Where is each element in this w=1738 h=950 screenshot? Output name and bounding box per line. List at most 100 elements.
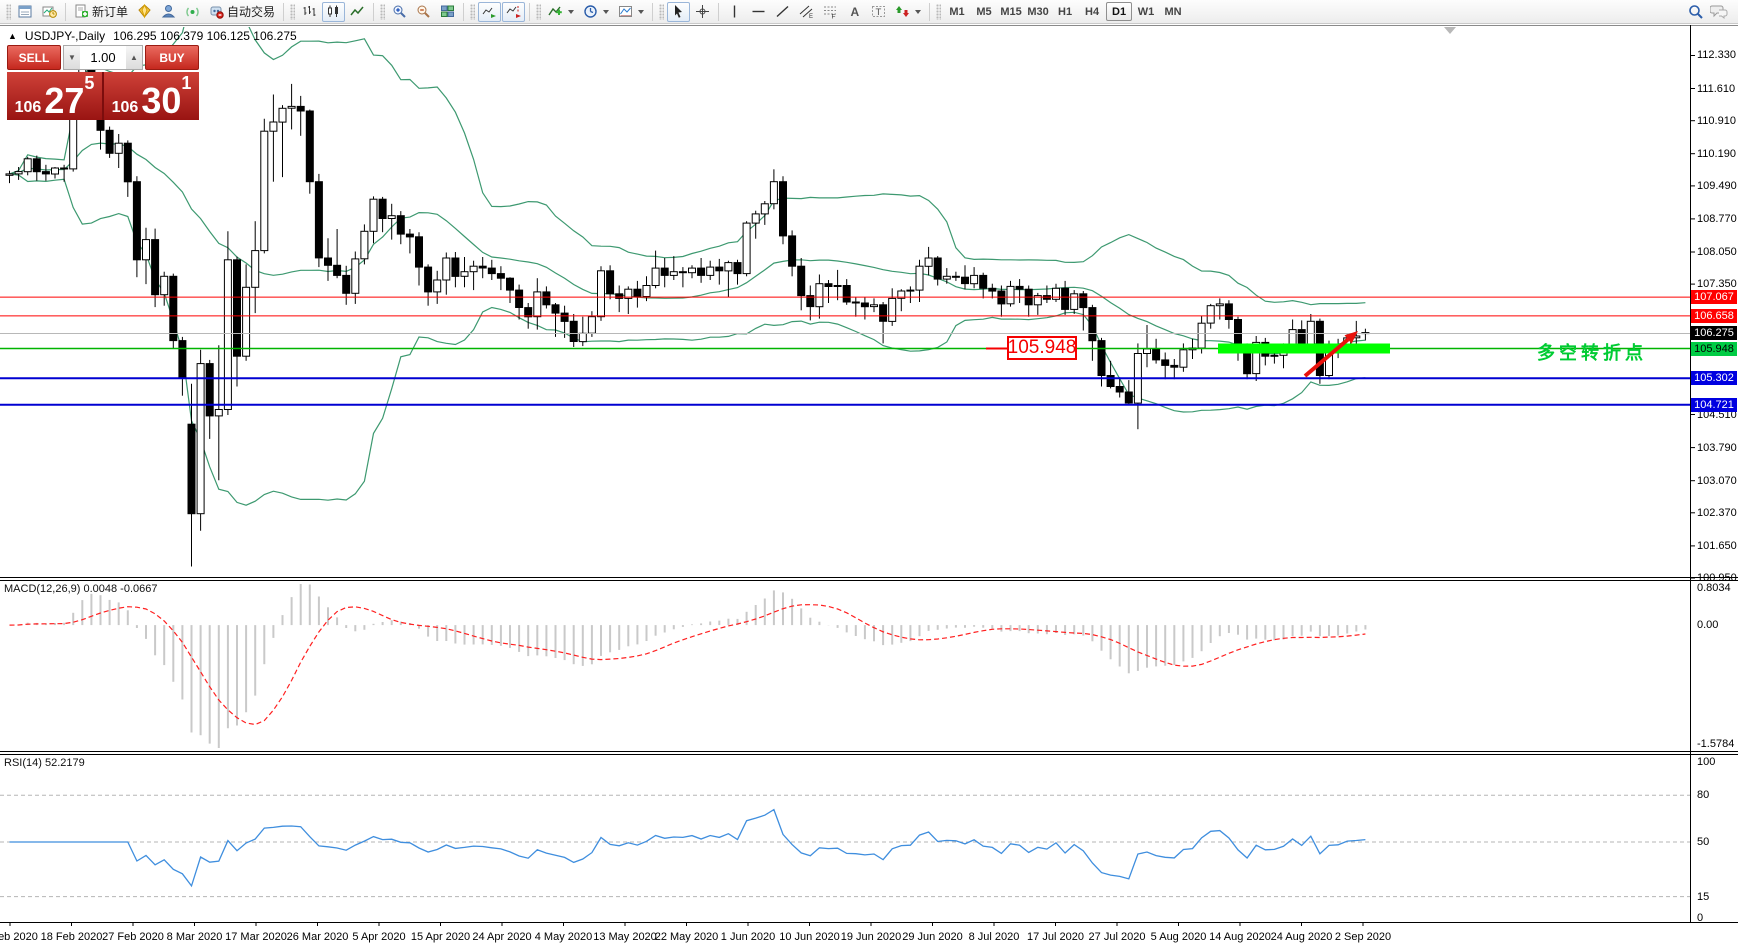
timeframe-m15[interactable]: M15: [998, 2, 1024, 21]
search-icon[interactable]: [1688, 4, 1704, 20]
trendline-tool-button[interactable]: [771, 2, 794, 22]
price-note-box[interactable]: 105.948: [1007, 336, 1077, 360]
cursor-tool-button[interactable]: [667, 2, 690, 22]
date-label: 24 Aug 2020: [1271, 931, 1333, 943]
price-badge-104.721[interactable]: 104.721: [1691, 398, 1737, 412]
tile-windows-button[interactable]: [436, 2, 459, 22]
rsi-scale-80: 80: [1697, 789, 1709, 801]
auto-scroll-button[interactable]: [478, 2, 501, 22]
label-tool-button[interactable]: T: [867, 2, 890, 22]
price-badge-107.067[interactable]: 107.067: [1691, 290, 1737, 304]
line-chart-type-button[interactable]: [346, 2, 369, 22]
chart-canvas[interactable]: [0, 0, 1738, 950]
sell-button[interactable]: SELL: [7, 45, 61, 70]
toolbar-grip[interactable]: [380, 4, 385, 20]
community-button[interactable]: [157, 2, 180, 22]
rsi-scale-100: 100: [1697, 756, 1715, 768]
timeframe-mn[interactable]: MN: [1160, 2, 1186, 21]
rsi-scale-50: 50: [1697, 836, 1709, 848]
horizontal-line-tool-button[interactable]: [747, 2, 770, 22]
chart-list-button[interactable]: [14, 2, 37, 22]
price-badge-105.948[interactable]: 105.948: [1691, 342, 1737, 356]
timeframe-d1[interactable]: D1: [1106, 2, 1132, 21]
toolbar-grip[interactable]: [6, 4, 11, 20]
zoom-in-icon: [392, 4, 407, 19]
crosshair-tool-button[interactable]: [691, 2, 714, 22]
volume-decrease-button[interactable]: ▼: [64, 46, 80, 69]
price-badge-105.302[interactable]: 105.302: [1691, 371, 1737, 385]
fibonacci-icon: F: [823, 4, 838, 19]
timeframe-m5[interactable]: M5: [971, 2, 997, 21]
bar-chart-type-button[interactable]: [298, 2, 321, 22]
zoom-out-button[interactable]: [412, 2, 435, 22]
signal-icon: [185, 4, 200, 19]
date-label: 19 Jun 2020: [841, 931, 902, 943]
text-tool-button[interactable]: A: [843, 2, 866, 22]
price-tick-label: 108.770: [1697, 213, 1737, 225]
toolbar-grip[interactable]: [470, 4, 475, 20]
candle-chart-type-button[interactable]: [322, 2, 345, 22]
cursor-icon: [671, 4, 686, 19]
turning-point-note[interactable]: 多空转折点: [1537, 339, 1647, 365]
highlight-band[interactable]: [1218, 344, 1390, 354]
toolbar-grip[interactable]: [936, 4, 941, 20]
rsi-scale-0: 0: [1697, 912, 1703, 924]
date-label: 10 Jun 2020: [779, 931, 840, 943]
chart-shift-button[interactable]: [502, 2, 525, 22]
macd-scale-bottom: -1.5784: [1697, 738, 1734, 750]
fibonacci-tool-button[interactable]: F: [819, 2, 842, 22]
new-order-button[interactable]: 新订单: [70, 2, 132, 22]
strategy-tester-button[interactable]: [38, 2, 61, 22]
toolbar-grip[interactable]: [536, 4, 541, 20]
timeframe-m30[interactable]: M30: [1025, 2, 1051, 21]
zoom-in-button[interactable]: [388, 2, 411, 22]
date-label: 22 May 2020: [655, 931, 719, 943]
volume-value[interactable]: 1.00: [80, 46, 126, 69]
horizontal-line-icon: [751, 4, 766, 19]
panel-toggle-icon[interactable]: ▲: [8, 31, 17, 41]
date-label: 27 Jul 2020: [1089, 931, 1146, 943]
templates-button[interactable]: [614, 2, 648, 22]
history-center-button[interactable]: [133, 2, 156, 22]
buy-price[interactable]: 106 30 1: [104, 72, 199, 120]
channel-tool-button[interactable]: E: [795, 2, 818, 22]
timeframe-w1[interactable]: W1: [1133, 2, 1159, 21]
volume-increase-button[interactable]: ▲: [126, 46, 142, 69]
chevron-down-icon: [638, 10, 644, 14]
date-label: 18 Feb 2020: [41, 931, 103, 943]
vertical-line-tool-button[interactable]: [723, 2, 746, 22]
vertical-line-icon: [727, 4, 742, 19]
svg-text:F: F: [832, 14, 836, 20]
periods-button[interactable]: [579, 2, 613, 22]
one-click-trading-panel: SELL ▼ 1.00 ▲ BUY 106 27 5 106 30 1: [7, 45, 199, 120]
chat-icon[interactable]: [1710, 4, 1728, 20]
bar-chart-icon: [302, 4, 317, 19]
channel-icon: E: [799, 4, 814, 19]
date-label: 26 Mar 2020: [287, 931, 349, 943]
price-badge-106.658[interactable]: 106.658: [1691, 309, 1737, 323]
price-badge-106.275[interactable]: 106.275: [1691, 326, 1737, 340]
sell-price[interactable]: 106 27 5: [7, 72, 104, 120]
toolbar-grip[interactable]: [659, 4, 664, 20]
timeframe-m1[interactable]: M1: [944, 2, 970, 21]
price-tick-label: 110.910: [1697, 115, 1736, 127]
toolbar-grip[interactable]: [290, 4, 295, 20]
date-label: 14 Aug 2020: [1209, 931, 1271, 943]
date-label: 29 Jun 2020: [902, 931, 963, 943]
price-tick-label: 101.650: [1697, 540, 1737, 552]
auto-trading-button[interactable]: 自动交易: [205, 2, 279, 22]
signal-button[interactable]: [181, 2, 204, 22]
chart-corner-dropdown-icon[interactable]: [1444, 27, 1456, 34]
macd-scale-top: 0.8034: [1697, 582, 1731, 594]
arrows-tool-button[interactable]: [891, 2, 925, 22]
price-note-text: 105.948: [1008, 337, 1077, 359]
chart-list-icon: [18, 4, 33, 19]
strategy-tester-icon: [42, 4, 57, 19]
price-tick-label: 103.790: [1697, 442, 1737, 454]
timeframe-h1[interactable]: H1: [1052, 2, 1078, 21]
volume-field[interactable]: ▼ 1.00 ▲: [63, 45, 143, 70]
buy-button[interactable]: BUY: [145, 45, 199, 70]
text-icon: A: [847, 4, 862, 19]
indicators-button[interactable]: [544, 2, 578, 22]
timeframe-h4[interactable]: H4: [1079, 2, 1105, 21]
